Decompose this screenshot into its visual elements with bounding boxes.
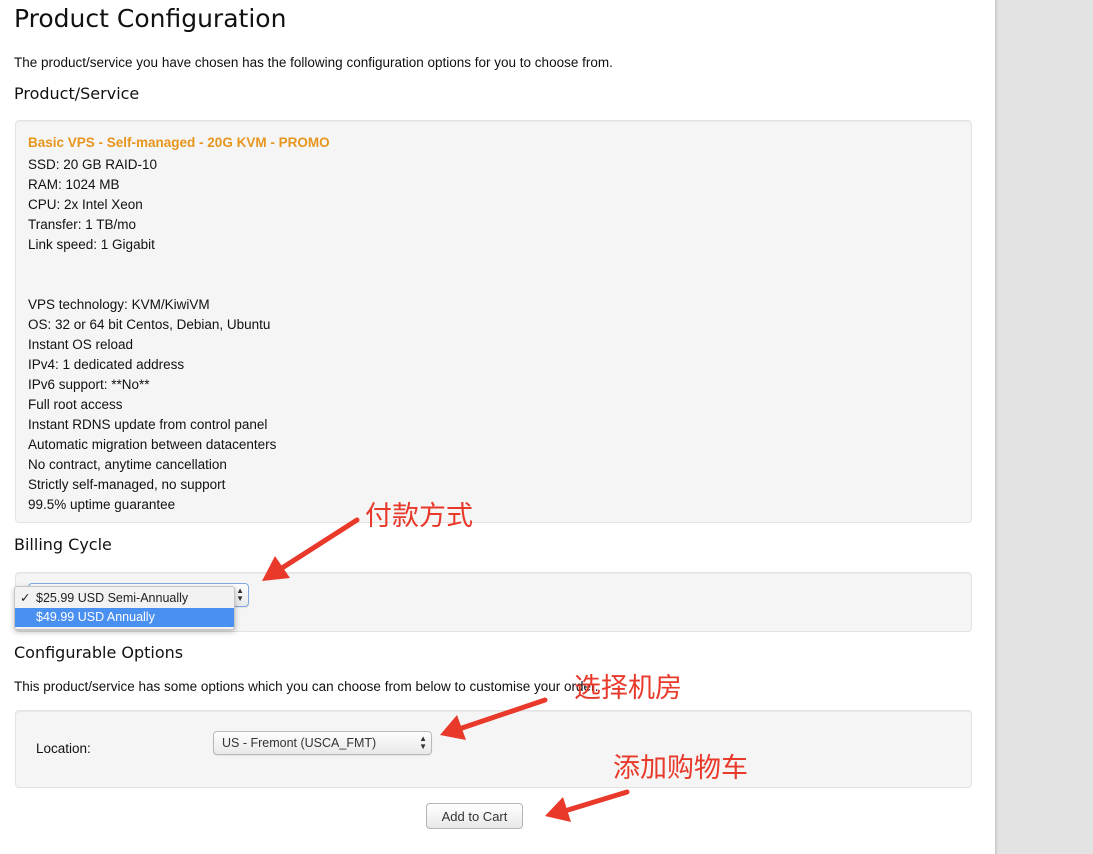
product-details-panel: Basic VPS - Self-managed - 20G KVM - PRO… (15, 120, 972, 523)
spec-item: Automatic migration between datacenters (28, 437, 277, 452)
billing-cycle-heading: Billing Cycle (14, 535, 112, 554)
select-arrows-icon: ▲ ▼ (236, 586, 244, 603)
annotation-payment-method: 付款方式 (365, 501, 473, 532)
product-name: Basic VPS - Self-managed - 20G KVM - PRO… (28, 135, 330, 150)
configurable-options-heading: Configurable Options (14, 643, 184, 662)
product-heading: Product/Service (14, 84, 140, 103)
order-page: Product Configuration The product/servic… (0, 0, 995, 854)
select-arrows-icon: ▲ ▼ (419, 734, 427, 751)
spec-item: No contract, anytime cancellation (28, 457, 227, 472)
spec-item: Strictly self-managed, no support (28, 477, 226, 492)
spec-item: Link speed: 1 Gigabit (28, 237, 155, 252)
billing-cycle-dropdown[interactable]: ✓ $25.99 USD Semi-Annually $49.99 USD An… (14, 586, 235, 630)
spec-item: Transfer: 1 TB/mo (28, 217, 137, 232)
annotation-add-to-cart: 添加购物车 (613, 753, 748, 784)
right-gutter (998, 0, 1093, 854)
add-to-cart-button[interactable]: Add to Cart (426, 803, 523, 829)
billing-option-label: $49.99 USD Annually (36, 610, 155, 624)
spec-item: CPU: 2x Intel Xeon (28, 197, 143, 212)
spec-item: RAM: 1024 MB (28, 177, 120, 192)
configurable-options-intro: This product/service has some options wh… (14, 679, 599, 694)
spec-item: 99.5% uptime guarantee (28, 497, 176, 512)
product-spec-list: SSD: 20 GB RAID-10 RAM: 1024 MB CPU: 2x … (28, 155, 276, 515)
spec-blank-line (28, 275, 276, 295)
page-title: Product Configuration (14, 4, 287, 33)
billing-option-annually[interactable]: $49.99 USD Annually (15, 608, 234, 627)
spec-item: Instant RDNS update from control panel (28, 417, 268, 432)
spec-item: SSD: 20 GB RAID-10 (28, 157, 158, 172)
location-select-value: US - Fremont (USCA_FMT) (222, 736, 377, 750)
page-intro: The product/service you have chosen has … (14, 55, 613, 70)
spec-blank-line (28, 255, 276, 275)
spec-item: OS: 32 or 64 bit Centos, Debian, Ubuntu (28, 317, 271, 332)
location-select[interactable]: US - Fremont (USCA_FMT) ▲ ▼ (213, 731, 432, 755)
configurable-options-panel (15, 710, 972, 788)
location-label: Location: (36, 741, 91, 756)
spec-item: IPv4: 1 dedicated address (28, 357, 185, 372)
checkmark-icon: ✓ (20, 591, 31, 605)
spec-item: Instant OS reload (28, 337, 134, 352)
billing-option-semi-annually[interactable]: ✓ $25.99 USD Semi-Annually (15, 589, 234, 608)
annotation-choose-datacenter: 选择机房 (574, 673, 682, 704)
spec-item: VPS technology: KVM/KiwiVM (28, 297, 210, 312)
spec-item: Full root access (28, 397, 123, 412)
spec-item: IPv6 support: **No** (28, 377, 150, 392)
billing-option-label: $25.99 USD Semi-Annually (36, 591, 189, 605)
